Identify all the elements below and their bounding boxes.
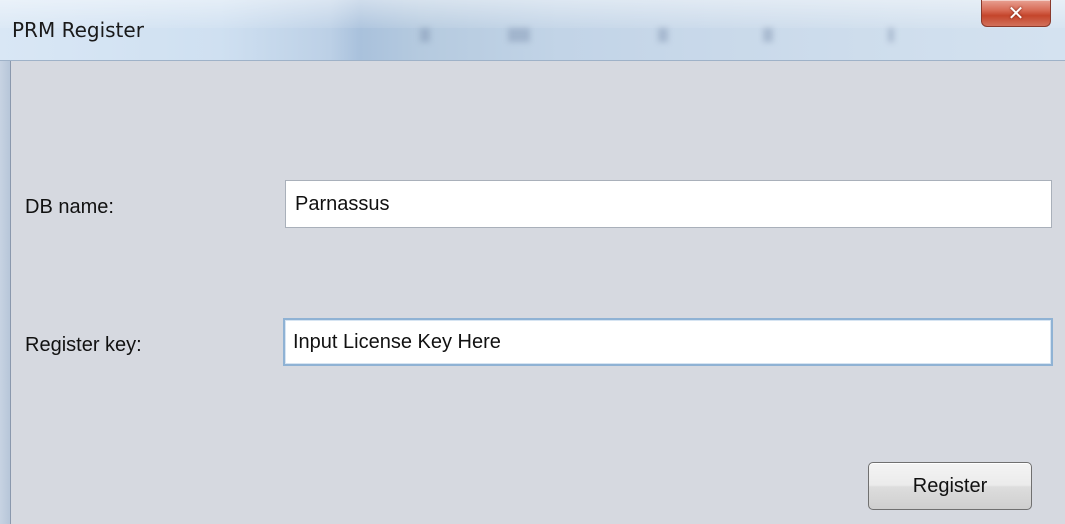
background-blur [420, 28, 430, 42]
window-title: PRM Register [12, 18, 144, 42]
form-panel: DB name: Parnassus Register key: Input L… [10, 61, 1065, 524]
register-button[interactable]: Register [868, 462, 1032, 510]
window-left-border [0, 61, 10, 524]
db-name-label: DB name: [25, 196, 114, 218]
register-key-field[interactable]: Input License Key Here [283, 318, 1053, 366]
db-name-field[interactable]: Parnassus [285, 180, 1052, 228]
background-blur [508, 28, 530, 42]
title-bar[interactable]: PRM Register ✕ [0, 0, 1065, 61]
close-icon: ✕ [1007, 1, 1025, 25]
close-button[interactable]: ✕ [981, 0, 1051, 27]
register-key-label: Register key: [25, 334, 142, 356]
prm-register-window: PRM Register ✕ DB name: Parnassus Regist… [0, 0, 1065, 524]
background-blur [658, 28, 668, 42]
background-blur [888, 28, 894, 42]
background-blur [763, 28, 773, 42]
